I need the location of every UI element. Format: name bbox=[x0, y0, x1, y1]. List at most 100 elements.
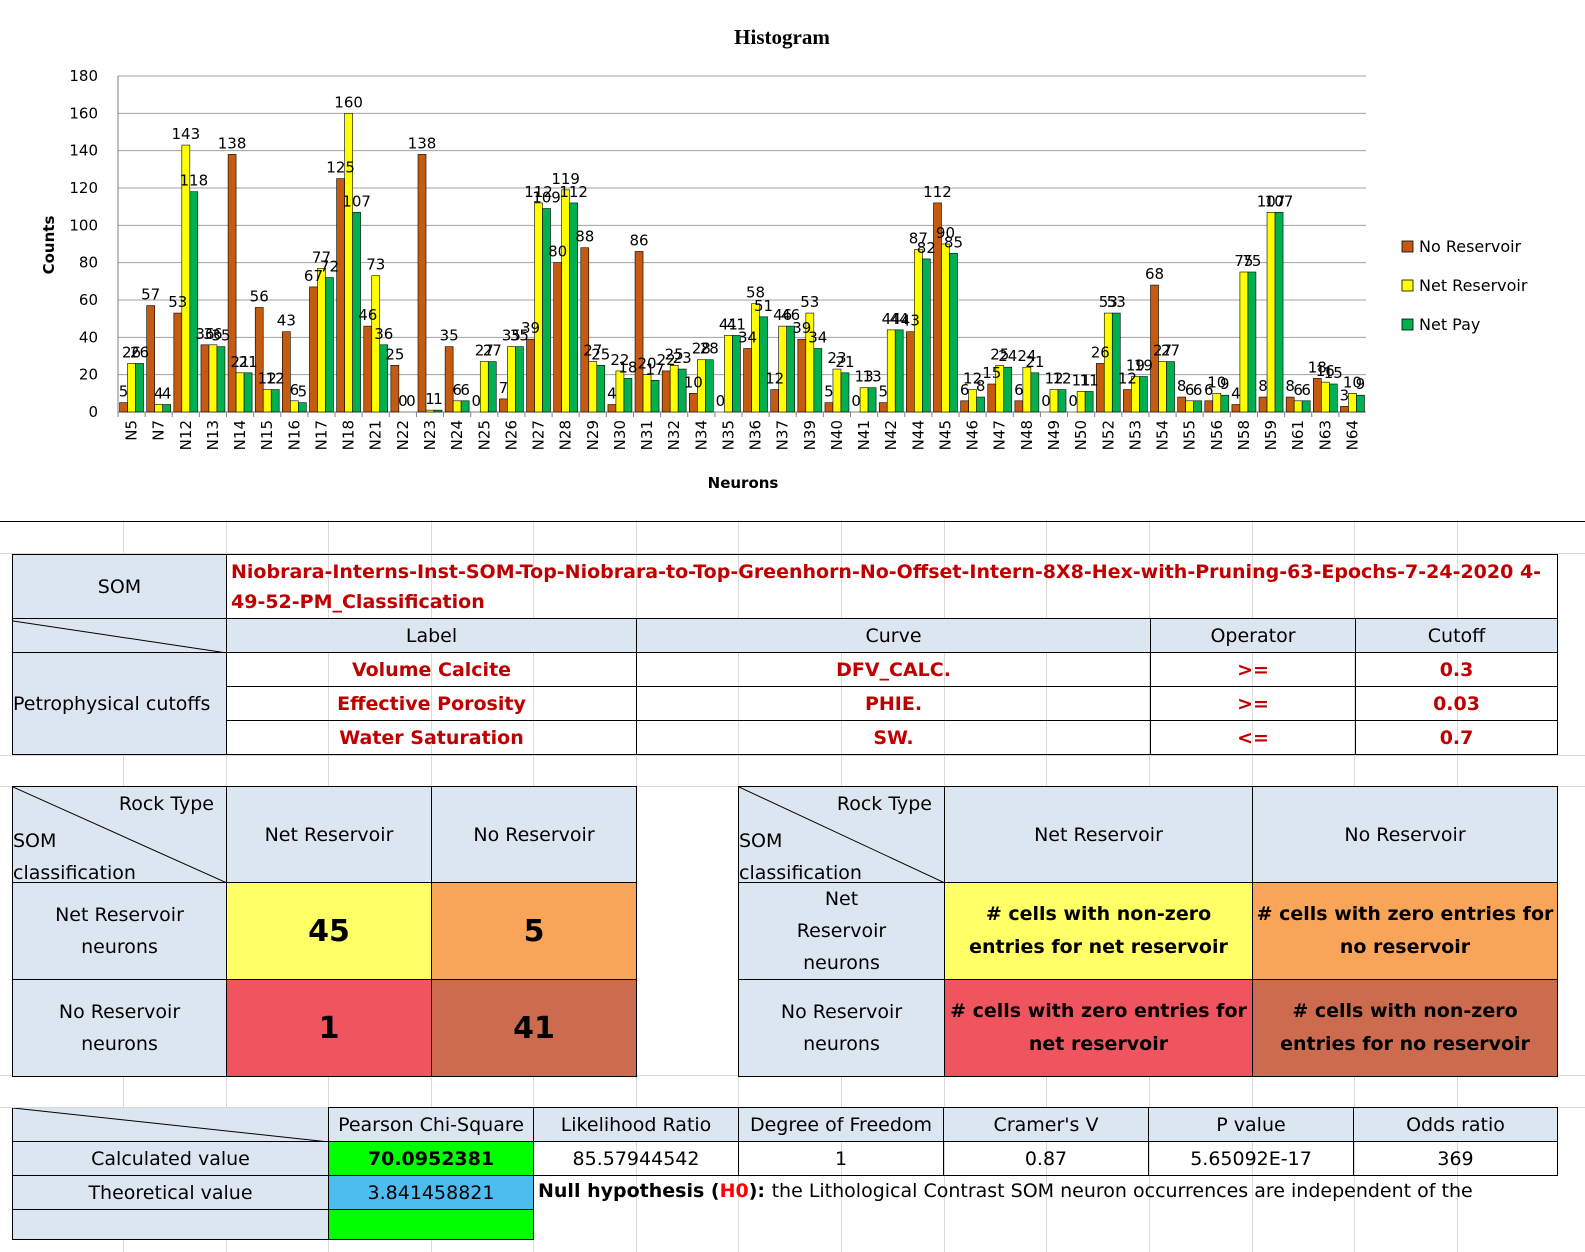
cutoff-operator: >= bbox=[1150, 652, 1356, 687]
bar bbox=[1266, 211, 1276, 413]
data-label: 26 bbox=[1091, 343, 1110, 361]
legend-col-net-reservoir: Net Reservoir bbox=[944, 786, 1253, 883]
stats-header-dof: Degree of Freedom bbox=[738, 1107, 944, 1142]
cutoff-value: 0.3 bbox=[1354, 652, 1559, 687]
x-tick-label: N41 bbox=[855, 420, 873, 450]
calc-pearson: 70.0952381 bbox=[328, 1141, 534, 1176]
data-label: 143 bbox=[172, 125, 201, 143]
data-label: 46 bbox=[358, 306, 377, 324]
bar bbox=[1103, 312, 1113, 413]
data-label: 57 bbox=[141, 286, 160, 304]
bar bbox=[479, 361, 489, 413]
y-tick-label: 0 bbox=[88, 403, 98, 421]
stats-header-likelihood: Likelihood Ratio bbox=[533, 1107, 739, 1142]
data-label: 25 bbox=[591, 345, 610, 363]
bar bbox=[208, 344, 218, 413]
data-label: 27 bbox=[483, 342, 502, 360]
data-label: 21 bbox=[239, 353, 258, 371]
data-label: 56 bbox=[250, 287, 269, 305]
x-tick-label: N31 bbox=[638, 420, 656, 450]
cutoff-value: 0.03 bbox=[1354, 686, 1559, 721]
bar bbox=[460, 400, 470, 413]
data-label: 21 bbox=[835, 353, 854, 371]
theo-pearson: 3.841458821 bbox=[328, 1175, 534, 1210]
cutoffs-corner bbox=[12, 618, 227, 653]
bar bbox=[669, 365, 679, 413]
data-label: 34 bbox=[738, 329, 757, 347]
cutoffs-header-curve: Curve bbox=[636, 618, 1151, 653]
bar bbox=[987, 383, 997, 413]
x-tick-label: N47 bbox=[991, 420, 1009, 450]
x-tick-label: N49 bbox=[1045, 420, 1063, 450]
data-label: 160 bbox=[334, 93, 363, 111]
x-tick-label: N37 bbox=[774, 420, 792, 450]
cutoff-label: Water Saturation bbox=[226, 720, 637, 755]
data-label: 43 bbox=[277, 312, 296, 330]
data-label: 53 bbox=[800, 293, 819, 311]
bar bbox=[886, 329, 896, 413]
x-tick-label: N23 bbox=[421, 420, 439, 450]
bar bbox=[515, 346, 524, 413]
data-label: 82 bbox=[917, 239, 936, 257]
bar bbox=[596, 365, 606, 413]
bar bbox=[634, 251, 644, 413]
bar bbox=[227, 154, 237, 413]
som-label: SOM bbox=[12, 554, 227, 619]
data-label: 35 bbox=[440, 327, 459, 345]
data-label: 4 bbox=[162, 385, 172, 403]
bar bbox=[797, 338, 807, 413]
stats-header-odds-ratio: Odds ratio bbox=[1353, 1107, 1558, 1142]
histogram-chart: Histogram Counts Neurons 020406080100120… bbox=[40, 25, 1528, 492]
legend-cell-c: # cells with zero entries for net reserv… bbox=[944, 979, 1253, 1077]
y-tick-label: 80 bbox=[79, 254, 98, 272]
data-label: 36 bbox=[374, 325, 393, 343]
legend-corner-som-classification: SOM classification bbox=[739, 830, 862, 883]
x-tick-label: N25 bbox=[475, 420, 493, 450]
cell-a: 45 bbox=[226, 882, 432, 980]
data-label: 51 bbox=[754, 297, 773, 315]
legend-label: Net Reservoir bbox=[1419, 276, 1528, 295]
x-tick-label: N28 bbox=[557, 420, 575, 450]
data-label: 24 bbox=[998, 347, 1017, 365]
data-label: 27 bbox=[1161, 342, 1180, 360]
bar bbox=[1030, 372, 1040, 413]
data-label: 5 bbox=[119, 383, 129, 401]
bar bbox=[298, 402, 307, 413]
x-tick-label: N22 bbox=[394, 420, 412, 450]
stats-header-cramers-v: Cramer's V bbox=[943, 1107, 1149, 1142]
bar bbox=[1293, 400, 1303, 413]
data-label: 138 bbox=[408, 134, 437, 152]
y-tick-label: 160 bbox=[69, 104, 98, 122]
bar bbox=[162, 404, 171, 413]
bar bbox=[689, 393, 698, 413]
bar bbox=[607, 404, 617, 413]
x-tick-label: N16 bbox=[285, 420, 303, 450]
bar bbox=[1049, 389, 1059, 413]
bar bbox=[588, 361, 598, 413]
null-hypothesis-text: the Lithological Contrast SOM neuron occ… bbox=[771, 1180, 1473, 1202]
cutoffs-table: SOM Niobrara-Interns-Inst-SOM-Top-Niobra… bbox=[12, 554, 1559, 755]
data-label: 15 bbox=[982, 364, 1001, 382]
x-tick-label: N7 bbox=[150, 420, 168, 441]
corner-rock-type: Rock Type bbox=[118, 793, 214, 815]
bar bbox=[235, 372, 245, 413]
data-label: 43 bbox=[901, 312, 920, 330]
bar bbox=[526, 338, 535, 413]
col-net-reservoir: Net Reservoir bbox=[226, 786, 432, 883]
bar bbox=[1340, 406, 1349, 413]
x-tick-label: N54 bbox=[1154, 420, 1172, 450]
som-name: Niobrara-Interns-Inst-SOM-Top-Niobrara-t… bbox=[225, 554, 1559, 619]
data-label: 0 bbox=[851, 392, 861, 410]
bar bbox=[216, 346, 226, 413]
bar bbox=[786, 325, 795, 413]
data-label: 35 bbox=[211, 327, 230, 345]
legend-label: Net Pay bbox=[1419, 315, 1480, 334]
row-net-reservoir-neurons: Net Reservoir neurons bbox=[12, 882, 227, 980]
x-tick-label: N64 bbox=[1343, 420, 1361, 450]
legend-label: No Reservoir bbox=[1419, 237, 1522, 256]
bar bbox=[119, 402, 128, 413]
x-tick-label: N55 bbox=[1181, 420, 1199, 450]
data-label: 107 bbox=[342, 192, 371, 210]
data-label: 0 bbox=[1068, 392, 1078, 410]
bar bbox=[840, 372, 850, 413]
